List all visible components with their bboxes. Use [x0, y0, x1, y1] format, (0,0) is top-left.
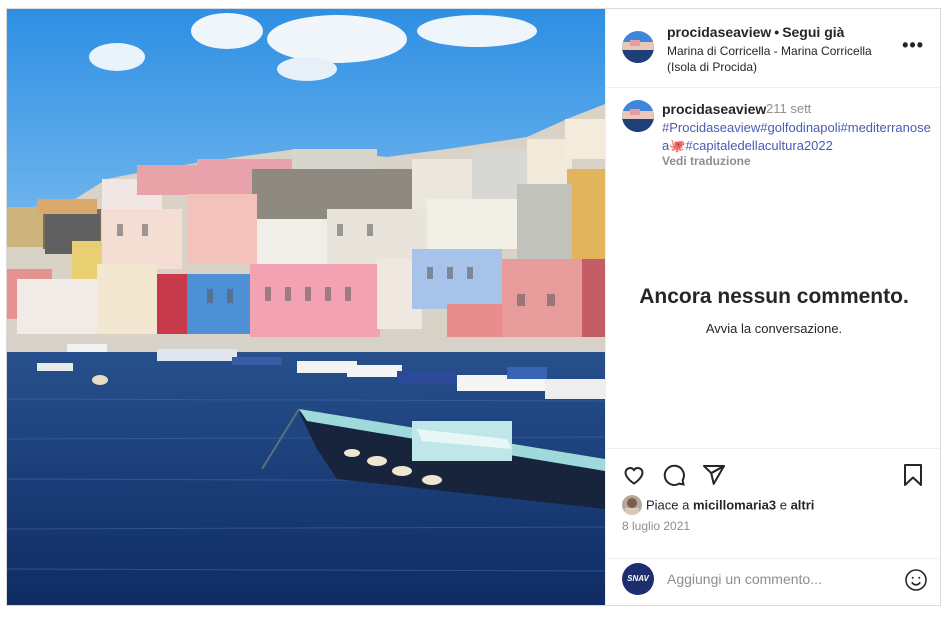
likes-middle: e	[776, 497, 791, 513]
no-comments-title: Ancora nessun commento.	[639, 285, 909, 308]
liker-username[interactable]: micillomaria3	[693, 497, 776, 512]
avatar-image	[622, 31, 654, 63]
likes-prefix: Piace a	[646, 497, 693, 513]
current-user-avatar[interactable]: SNAV	[622, 563, 654, 595]
post-side-panel: procidaseaview • Segui già Marina di Corri…	[605, 9, 940, 605]
see-translation-link[interactable]: Vedi traduzione	[662, 154, 751, 168]
harbor-photo-image	[7, 9, 605, 605]
author-avatar[interactable]	[622, 31, 654, 63]
bookmark-icon[interactable]	[902, 463, 924, 492]
send-icon[interactable]	[702, 463, 726, 492]
likes-line: Piace a micillomaria3 e altri	[622, 495, 815, 516]
comment-box: SNAV Aggiungi un commento...	[606, 558, 940, 605]
comment-icon[interactable]	[662, 463, 686, 492]
post-location[interactable]: Marina di Corricella - Marina Corricella…	[667, 43, 897, 75]
caption-timestamp[interactable]: 211 sett	[766, 101, 811, 116]
post-header: procidaseaview • Segui già Marina di Corri…	[606, 9, 940, 88]
avatar-image	[622, 495, 642, 515]
more-options-icon[interactable]: •••	[902, 35, 924, 56]
post-modal: procidaseaview • Segui già Marina di Corri…	[6, 8, 941, 606]
caption-username[interactable]: procidaseaview	[662, 101, 766, 117]
separator-dot: •	[774, 24, 780, 40]
smiley-icon[interactable]	[904, 568, 928, 597]
author-username[interactable]: procidaseaview	[667, 24, 771, 40]
caption-hashtags[interactable]: #Procidaseaview#golfodinapoli#mediterran…	[662, 119, 932, 155]
action-bar: Piace a micillomaria3 e altri 8 luglio 2…	[606, 448, 940, 558]
post-date[interactable]: 8 luglio 2021	[622, 519, 690, 533]
following-button[interactable]: Segui già	[782, 24, 844, 40]
no-comments-message: Ancora nessun commento. Avvia la convers…	[606, 285, 940, 336]
add-comment-input[interactable]: Aggiungi un commento...	[667, 571, 822, 587]
caption-avatar[interactable]	[622, 100, 654, 132]
liker-avatar[interactable]	[622, 495, 642, 515]
start-conversation-text: Avvia la conversazione.	[705, 321, 843, 336]
heart-icon[interactable]	[622, 463, 646, 492]
likes-others-link[interactable]: altri	[791, 497, 815, 512]
avatar-image	[622, 100, 654, 132]
post-photo[interactable]	[7, 9, 605, 605]
